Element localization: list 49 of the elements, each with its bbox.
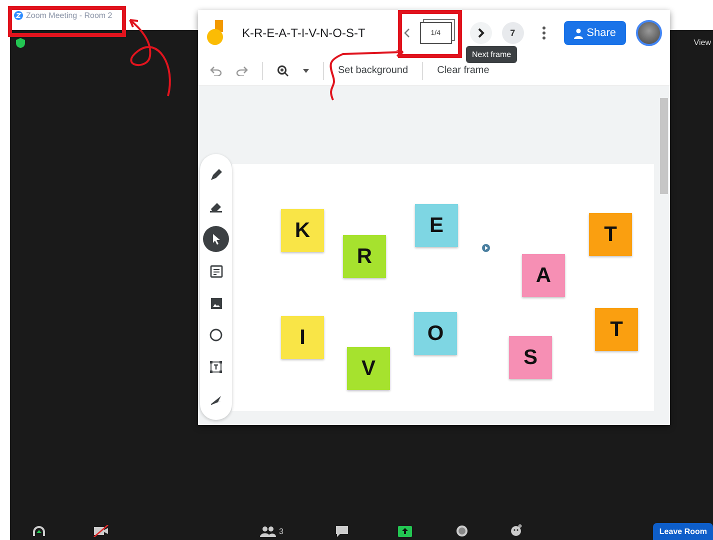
sticky-note[interactable]: T (589, 213, 632, 256)
shield-icon (16, 38, 25, 48)
window-title: Zoom Meeting - Room 2 (26, 10, 112, 20)
user-avatar[interactable] (636, 20, 662, 46)
board-title: K-R-E-A-T-I-V-N-O-S-T (242, 26, 366, 40)
leave-room-button[interactable]: Leave Room (653, 523, 713, 540)
sticky-note[interactable]: O (414, 312, 457, 355)
tool-button[interactable] (203, 226, 229, 252)
headphones-icon[interactable] (32, 525, 46, 537)
caret-icon[interactable] (303, 68, 309, 72)
clear-frame-button[interactable]: Clear frame (437, 65, 490, 76)
participants-icon[interactable] (260, 526, 276, 537)
frame-count-badge[interactable]: 7 (502, 22, 524, 44)
set-background-button[interactable]: Set background (338, 65, 408, 76)
sticky-note[interactable]: K (281, 209, 324, 252)
image-icon (210, 296, 222, 310)
tooltip: Next frame (466, 46, 518, 63)
sticky-note[interactable]: S (509, 336, 552, 379)
sticky-note[interactable]: V (347, 347, 390, 390)
share-button[interactable]: Share (564, 21, 626, 45)
eraser-icon (209, 201, 223, 213)
sticky-note[interactable]: E (415, 204, 458, 247)
jamboard-logo-icon (206, 20, 226, 46)
previous-frame-icon[interactable] (404, 28, 410, 38)
circle-icon (209, 328, 223, 342)
next-frame-button[interactable] (470, 22, 492, 44)
sticky-note[interactable]: I (281, 316, 324, 359)
person-icon (574, 28, 583, 38)
record-icon[interactable] (456, 525, 468, 537)
view-button[interactable]: View (694, 38, 711, 47)
sticky-note[interactable]: R (343, 235, 386, 278)
sticky-note[interactable]: T (595, 308, 638, 351)
zoom-icon[interactable] (277, 64, 289, 76)
video-off-icon[interactable] (93, 525, 109, 537)
chat-icon[interactable] (335, 525, 349, 537)
chevron-right-icon (476, 28, 485, 38)
participant-count: 3 (279, 527, 284, 536)
scrollbar[interactable] (660, 98, 668, 194)
annotation-frame (398, 10, 462, 58)
undo-icon[interactable] (210, 66, 222, 76)
reaction-icon[interactable] (510, 524, 523, 537)
text-box-icon (209, 360, 223, 374)
marker-icon (209, 168, 223, 182)
app-logo-icon (14, 10, 23, 20)
share-screen-icon[interactable] (398, 526, 412, 537)
more-icon[interactable] (542, 26, 546, 40)
sticky-note-icon (210, 264, 222, 278)
sticky-note[interactable]: A (522, 254, 565, 297)
redo-icon[interactable] (236, 66, 248, 76)
